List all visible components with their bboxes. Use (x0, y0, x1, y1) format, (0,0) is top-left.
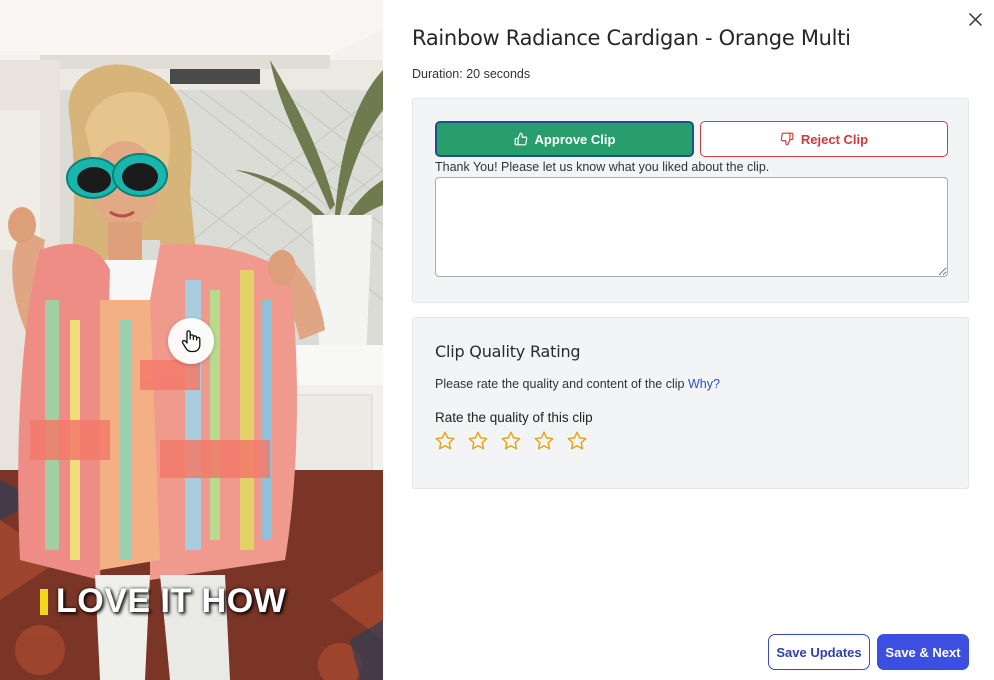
save-updates-button[interactable]: Save Updates (768, 634, 870, 670)
star-3-icon[interactable] (500, 430, 522, 452)
reject-clip-label: Reject Clip (800, 131, 869, 147)
star-5-icon[interactable] (566, 430, 588, 452)
video-player[interactable]: LOVE IT HOW (0, 0, 383, 680)
rating-description-text: Please rate the quality and content of t… (435, 377, 685, 391)
star-2-icon[interactable] (467, 430, 489, 452)
star-rating (434, 430, 588, 452)
approval-card: Approve Clip Reject Clip Thank You! Plea… (412, 98, 969, 303)
reject-clip-button[interactable]: Reject Clip (700, 121, 948, 157)
product-title: Rainbow Radiance Cardigan - Orange Multi (412, 26, 851, 50)
clip-review-modal: LOVE IT HOW Rainbow Radiance Cardigan - … (0, 0, 994, 680)
star-1-icon[interactable] (434, 430, 456, 452)
approve-clip-button[interactable]: Approve Clip (435, 121, 694, 157)
clip-quality-card: Clip Quality Rating Please rate the qual… (412, 317, 969, 489)
video-caption: LOVE IT HOW (40, 582, 286, 621)
caption-text: LOVE IT HOW (56, 582, 287, 620)
feedback-textarea[interactable] (435, 177, 948, 277)
feedback-prompt: Thank You! Please let us know what you l… (435, 160, 770, 174)
approve-clip-label: Approve Clip (534, 131, 616, 147)
hand-cursor-icon (168, 318, 214, 364)
rating-description: Please rate the quality and content of t… (435, 377, 720, 391)
save-and-next-button[interactable]: Save & Next (877, 634, 969, 670)
caption-marker (40, 588, 48, 615)
close-button[interactable] (964, 8, 986, 30)
thumbs-down-icon (780, 132, 794, 146)
star-4-icon[interactable] (533, 430, 555, 452)
close-icon (968, 12, 982, 26)
clip-duration: Duration: 20 seconds (412, 67, 531, 81)
rate-quality-label: Rate the quality of this clip (435, 410, 593, 425)
rating-title: Clip Quality Rating (435, 342, 581, 361)
why-link[interactable]: Why? (688, 377, 720, 391)
thumbs-up-icon (514, 132, 527, 146)
